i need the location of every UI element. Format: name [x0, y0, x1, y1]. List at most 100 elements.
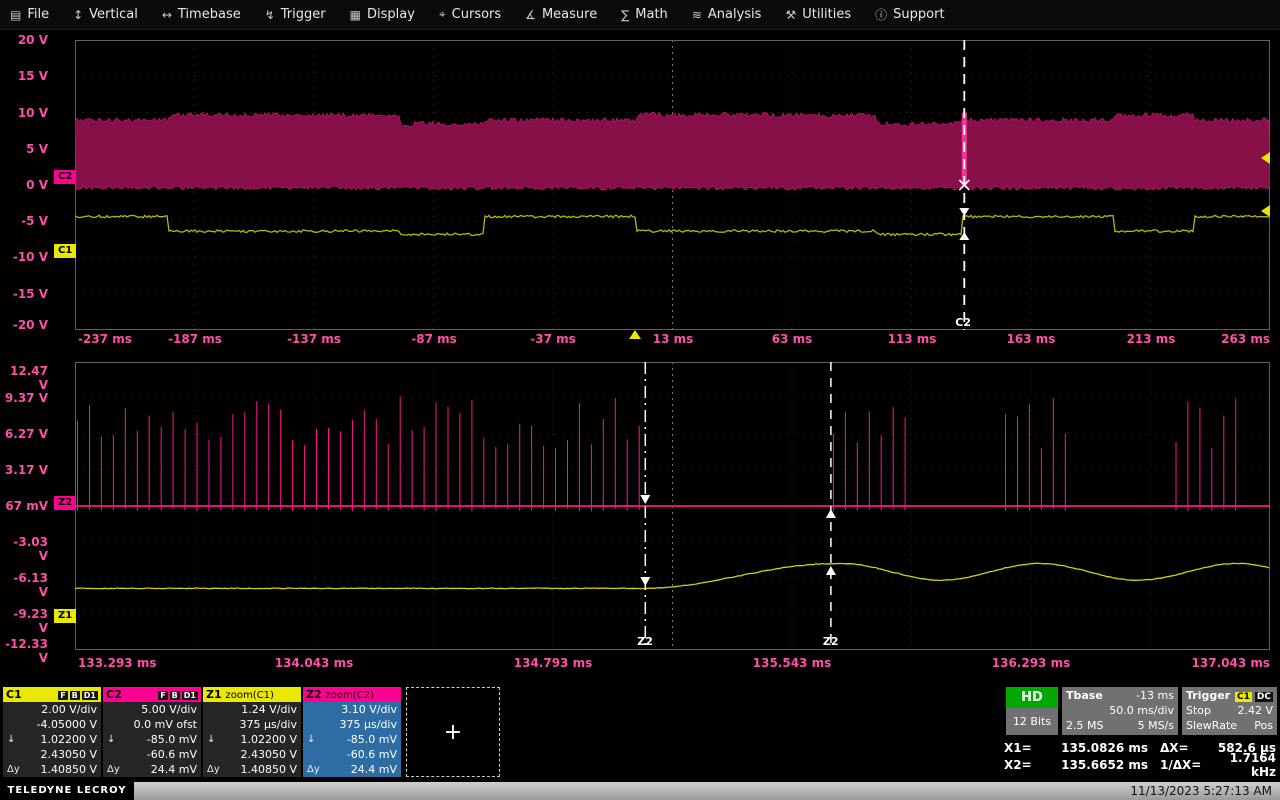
menu-item-vertical[interactable]: ↕ Vertical: [73, 7, 138, 22]
channel-badges: FBD1: [156, 688, 198, 701]
channel-descriptor-c1[interactable]: C1 FBD1 2.00 V/div -4.05000 V ↓1.02200 V…: [3, 687, 101, 777]
tbase-samples: 2.5 MS: [1066, 719, 1103, 732]
menu-item-trigger[interactable]: ↯Trigger: [265, 7, 326, 22]
dx-label: ΔX=: [1160, 741, 1208, 755]
main-waveform-grid[interactable]: C2: [75, 40, 1270, 330]
channel-id: C2: [106, 688, 122, 701]
cursors-icon: ⌖: [439, 7, 446, 22]
menu-item-math[interactable]: ∑ Math: [621, 7, 668, 22]
z2-channel-marker[interactable]: Z2: [54, 496, 76, 510]
cursor2-value: -60.6 mV: [347, 748, 397, 761]
channel-suffix: zoom(C1): [225, 690, 273, 701]
channel-badges: FBD1: [56, 688, 98, 701]
zoom-waveform-grid[interactable]: Z2Z2: [75, 362, 1270, 650]
channel-descriptor-z1[interactable]: Z1 zoom(C1) 1.24 V/div 375 µs/div ↓1.022…: [203, 687, 301, 777]
menu-label: Display: [367, 7, 415, 22]
main-y-label: 15 V: [0, 69, 48, 83]
invdx-label: 1/ΔX=: [1160, 758, 1208, 772]
cursor-down-icon: ↓: [7, 734, 15, 745]
vdiv-value: 2.00 V/div: [41, 703, 97, 716]
menu-item-support[interactable]: ⓘSupport: [875, 6, 944, 23]
plus-icon: +: [444, 720, 462, 745]
main-y-label: 10 V: [0, 106, 48, 120]
zoom-y-label: -9.23 V: [0, 607, 48, 635]
vertical-icon: ↕: [73, 8, 83, 22]
svg-text:C2: C2: [955, 316, 971, 329]
delta-y-label: Δy: [107, 764, 120, 775]
main-x-label: 63 ms: [747, 332, 837, 346]
utilities-icon: ⚒: [785, 8, 796, 22]
vdiv-value: 3.10 V/div: [341, 703, 397, 716]
delta-y-value: 1.40850 V: [240, 763, 297, 776]
z1-channel-marker[interactable]: Z1: [54, 609, 76, 623]
menu-item-measure[interactable]: ∡ Measure: [525, 7, 597, 22]
z2-readouts: 3.10 V/div 375 µs/div ↓-85.0 mV -60.6 mV…: [303, 702, 401, 777]
cursor1-value: 1.02200 V: [40, 733, 97, 746]
channel-descriptor-c2[interactable]: C2 FBD1 5.00 V/div 0.0 mV ofst ↓-85.0 mV…: [103, 687, 201, 777]
menu-item-file[interactable]: ▤File: [10, 7, 49, 22]
timebase-icon: ↔: [162, 8, 172, 22]
trigger-box[interactable]: Trigger C1DC Stop 2.42 V SlewRate Pos: [1182, 687, 1277, 735]
tbase-delay: -13 ms: [1136, 689, 1174, 702]
zoom-y-label: -6.13 V: [0, 571, 48, 599]
main-y-label: -10 V: [0, 250, 48, 264]
menu-label: Vertical: [89, 7, 138, 22]
c2-channel-marker[interactable]: C2: [54, 170, 76, 184]
trigger-coupling-badge: DC: [1255, 692, 1273, 702]
oscilloscope-screen: { "app": {"brand": "TELEDYNE LECROY", "d…: [0, 0, 1280, 800]
status-bar: TELEDYNE LECROY 11/13/2023 5:27:13 AM: [0, 782, 1280, 800]
trigger-level: 2.42 V: [1237, 704, 1273, 717]
trigger-slope: Pos: [1254, 719, 1273, 732]
zoom-y-label: 12.47 V: [0, 364, 48, 392]
z1-header[interactable]: Z1 zoom(C1): [203, 687, 301, 702]
menu-item-timebase[interactable]: ↔Timebase: [162, 7, 241, 22]
acquisition-box[interactable]: HD 12 Bits: [1006, 687, 1058, 735]
cursor2-value: 2.43050 V: [240, 748, 297, 761]
measure-icon: ∡: [525, 8, 536, 22]
add-trace-button[interactable]: +: [406, 687, 500, 777]
main-y-label: -15 V: [0, 287, 48, 301]
timebase-box[interactable]: Tbase -13 ms 50.0 ms/div 2.5 MS 5 MS/s: [1062, 687, 1178, 735]
zoom-y-label: 9.37 V: [0, 391, 48, 405]
menu-label: Math: [635, 7, 668, 22]
x2-value: 135.6652 ms: [1046, 758, 1148, 772]
trigger-badges: C1DC: [1232, 689, 1273, 702]
math-icon: ∑: [621, 8, 629, 22]
main-x-label: -87 ms: [389, 332, 479, 346]
trigger-position-marker[interactable]: [629, 330, 641, 339]
channel-id: C1: [6, 688, 22, 701]
menu-label: Cursors: [452, 7, 502, 22]
c2-header[interactable]: C2 FBD1: [103, 687, 201, 702]
menu-item-analysis[interactable]: ≋Analysis: [692, 7, 762, 22]
cursor-down-icon: ↓: [307, 734, 315, 745]
timebase-value: 375 µs/div: [240, 718, 297, 731]
c1-header[interactable]: C1 FBD1: [3, 687, 101, 702]
c1-channel-marker[interactable]: C1: [54, 244, 76, 258]
menu-bar: ▤File ↕ Vertical ↔Timebase ↯Trigger ▦Disp…: [0, 0, 1280, 30]
zoom-y-label: 3.17 V: [0, 463, 48, 477]
channel-descriptor-z2[interactable]: Z2 zoom(C2) 3.10 V/div 375 µs/div ↓-85.0…: [303, 687, 401, 777]
zoom-x-label: 133.293 ms: [30, 656, 198, 670]
delta-y-label: Δy: [7, 764, 20, 775]
zoom-x-label: 135.543 ms: [747, 656, 837, 670]
cursor1-value: -85.0 mV: [347, 733, 397, 746]
trigger-mode: Stop: [1186, 704, 1211, 717]
cursor-down-icon: ↓: [207, 734, 215, 745]
menu-label: Utilities: [802, 7, 851, 22]
x1-value: 135.0826 ms: [1046, 741, 1148, 755]
bit-depth: 12 Bits: [1006, 708, 1058, 735]
c1-readouts: 2.00 V/div -4.05000 V ↓1.02200 V 2.43050…: [3, 702, 101, 777]
zoom-x-label: 134.793 ms: [508, 656, 598, 670]
delta-y-value: 24.4 mV: [351, 763, 397, 776]
z2-header[interactable]: Z2 zoom(C2): [303, 687, 401, 702]
main-x-label: 263 ms: [1180, 332, 1270, 346]
menu-item-utilities[interactable]: ⚒ Utilities: [785, 7, 851, 22]
menu-item-display[interactable]: ▦Display: [350, 7, 415, 22]
file-icon: ▤: [10, 8, 21, 22]
menu-item-cursors[interactable]: ⌖ Cursors: [439, 7, 501, 22]
zoom-x-label: 134.043 ms: [269, 656, 359, 670]
menu-label: Measure: [542, 7, 597, 22]
support-icon: ⓘ: [875, 6, 887, 23]
cursor2-value: -60.6 mV: [147, 748, 197, 761]
vdiv-value: 1.24 V/div: [241, 703, 297, 716]
